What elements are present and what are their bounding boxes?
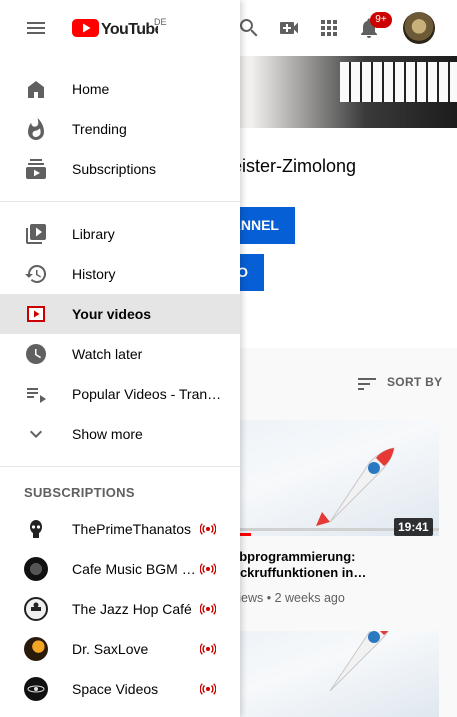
trending-icon [28, 118, 44, 140]
subscription-item[interactable]: Cafe Music BGM c… [0, 549, 240, 589]
subscription-item[interactable]: The Jazz Hop Café [0, 589, 240, 629]
drawer-header: YouTube DE [0, 0, 240, 56]
youtube-logo[interactable]: YouTube [72, 18, 158, 38]
notification-count-badge: 9+ [370, 12, 392, 28]
live-broadcast-icon [200, 603, 216, 615]
subscription-item[interactable]: ThePrimeThanatos [0, 509, 240, 549]
jazz-hop-logo-icon [31, 602, 41, 611]
library-icon [26, 224, 46, 244]
rocket-illustration [316, 447, 395, 526]
nav-item-label: Trending [72, 121, 127, 137]
nav-item-label: Show more [72, 426, 143, 442]
guide-drawer: YouTube DE Home Trending Subscriptions L… [0, 0, 240, 717]
search-icon[interactable] [237, 16, 261, 40]
subscription-name: Dr. SaxLove [72, 641, 149, 657]
apps-grid-icon[interactable] [317, 16, 341, 40]
nav-item-watch-later[interactable]: Watch later [0, 334, 240, 374]
logo-wordmark: YouTube [101, 21, 158, 38]
subscription-name: Space Videos [72, 681, 159, 697]
account-avatar[interactable] [403, 12, 435, 44]
banner-keyboard-art [340, 62, 457, 102]
video-age: 2 weeks ago [274, 591, 345, 605]
subscription-name: ThePrimeThanatos [72, 521, 192, 537]
nav-item-subscriptions[interactable]: Subscriptions [0, 149, 240, 189]
drawer-divider [0, 466, 240, 467]
channel-name: eister-Zimolong [232, 156, 357, 176]
nav-item-playlist[interactable]: Popular Videos - Tran… [0, 374, 240, 414]
nav-item-label: Your videos [72, 306, 152, 322]
nav-item-trending[interactable]: Trending [0, 109, 240, 149]
space-videos-logo-icon [27, 685, 45, 693]
subscriptions-icon [26, 159, 46, 179]
nav-item-label: Popular Videos - Tran… [72, 386, 222, 402]
your-videos-icon [27, 306, 45, 322]
sort-icon[interactable] [355, 372, 379, 396]
watch-later-icon [26, 344, 46, 364]
meta-dot: • [266, 591, 275, 605]
video-thumbnail-2[interactable] [232, 631, 439, 717]
hamburger-menu-icon[interactable] [24, 16, 48, 40]
nav-item-label: Home [72, 81, 110, 97]
nav-item-label: Subscriptions [72, 161, 157, 177]
skull-logo-icon [30, 520, 42, 538]
subscriptions-section-title: SUBSCRIPTIONS [24, 485, 135, 500]
nav-item-label: Watch later [72, 346, 143, 362]
subscription-item[interactable]: Space Videos [0, 669, 240, 709]
live-broadcast-icon [200, 563, 216, 575]
channel-avatar [24, 677, 48, 701]
nav-item-library[interactable]: Library [0, 214, 240, 254]
nav-item-home[interactable]: Home [0, 69, 240, 109]
subscription-item[interactable]: Dr. SaxLove [0, 629, 240, 669]
nav-item-history[interactable]: History [0, 254, 240, 294]
video-title[interactable]: ebprogrammierung: ückruffunktionen in… [232, 549, 437, 581]
rocket-illustration-2 [329, 631, 389, 692]
channel-avatar [24, 597, 48, 621]
video-meta: views • 2 weeks ago [232, 591, 345, 605]
nav-item-label: History [72, 266, 116, 282]
live-broadcast-icon [200, 523, 216, 535]
home-icon [28, 81, 44, 98]
sort-by-button[interactable]: SORT BY [387, 375, 442, 389]
playlist-icon [27, 388, 46, 403]
history-icon [25, 264, 47, 283]
video-duration: 19:41 [394, 518, 433, 536]
subscription-name: The Jazz Hop Café [72, 601, 192, 617]
channel-avatar [24, 517, 48, 541]
chevron-down-icon [30, 430, 42, 438]
nav-item-your-videos[interactable]: Your videos [0, 294, 240, 334]
channel-avatar [24, 637, 48, 661]
nav-item-label: Library [72, 226, 115, 242]
channel-avatar [24, 557, 48, 581]
live-broadcast-icon [200, 683, 216, 695]
create-video-icon[interactable] [277, 16, 301, 40]
subscription-name: Cafe Music BGM c… [72, 561, 198, 577]
nav-item-show-more[interactable]: Show more [0, 414, 240, 454]
logo-country-code: DE [154, 17, 167, 27]
drawer-divider [0, 201, 240, 202]
live-broadcast-icon [200, 643, 216, 655]
